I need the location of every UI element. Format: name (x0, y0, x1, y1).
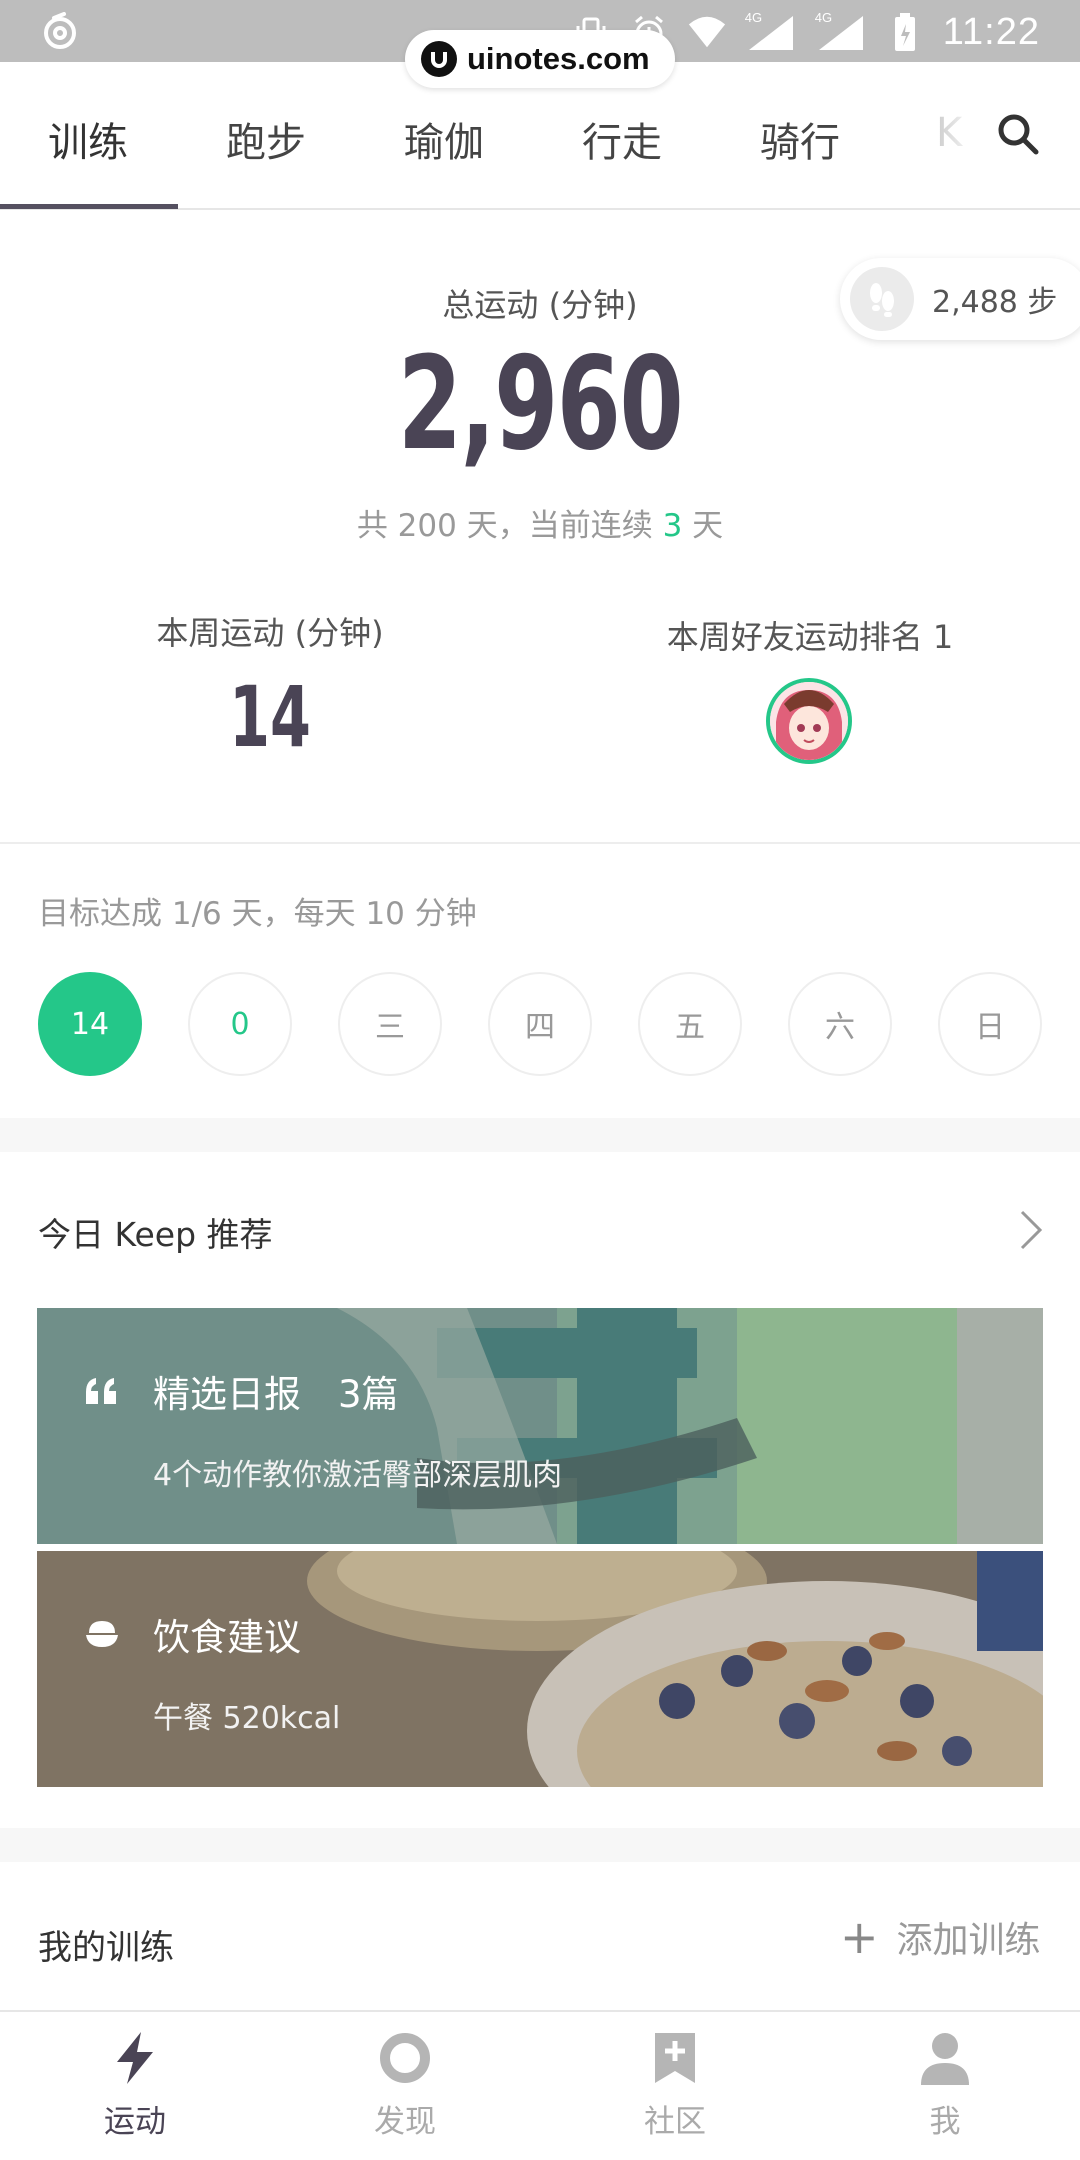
plus-icon: + (840, 1910, 879, 1964)
active-tab-indicator (0, 204, 178, 209)
total-minutes-label: 总运动 (分钟) (442, 286, 638, 324)
section-gap (0, 1828, 1080, 1862)
total-days-suffix: 天 (682, 508, 724, 544)
network-type-2: 4G (814, 10, 833, 25)
add-training-label: 添加训练 (896, 1920, 1041, 1961)
section-gap (0, 1118, 1080, 1152)
uinotes-logo-icon (421, 41, 457, 77)
total-minutes-value[interactable]: 2,960 (151, 330, 929, 479)
nav-me[interactable]: 我 (865, 2030, 1025, 2158)
week-minutes-label: 本周运动 (分钟) (156, 614, 384, 652)
battery-icon (885, 12, 925, 52)
watermark-text: uinotes.com (467, 41, 650, 76)
card-title: 精选日报 3篇 (153, 1373, 399, 1416)
rice-bowl-icon (75, 1607, 129, 1661)
nav-label: 发现 (374, 2104, 436, 2140)
add-training-button[interactable]: + 添加训练 (840, 1910, 1041, 1964)
daily-article-card[interactable]: 精选日报 3篇 4个动作教你激活臀部深层肌肉 (37, 1308, 1043, 1544)
netease-app-icon (40, 12, 80, 52)
nav-discover[interactable]: 发现 (325, 2030, 485, 2158)
watermark-badge: uinotes.com (405, 30, 675, 88)
day-circle-fri[interactable]: 五 (638, 972, 742, 1076)
day-circle-mon[interactable]: 14 (38, 972, 142, 1076)
chevron-right-icon[interactable] (1010, 1206, 1050, 1254)
compass-ring-icon (377, 2030, 433, 2086)
card-subtitle: 午餐 520kcal (153, 1701, 341, 1736)
week-minutes-value[interactable]: 14 (165, 668, 375, 766)
tab-cycling[interactable]: 骑行 (760, 110, 840, 168)
my-training-title: 我的训练 (38, 1928, 174, 1968)
quote-icon (75, 1364, 129, 1418)
signal-icon-2: 4G (814, 10, 867, 52)
friend-avatar[interactable] (766, 678, 852, 764)
day-circle-tue[interactable]: 0 (188, 972, 292, 1076)
total-days-prefix: 共 200 天，当前连续 (356, 508, 663, 544)
recommend-title[interactable]: 今日 Keep 推荐 (38, 1208, 273, 1256)
tab-running[interactable]: 跑步 (226, 110, 306, 168)
bottom-navigation: 运动 发现 社区 我 (0, 2010, 1080, 2160)
card-background-art (37, 1551, 1043, 1787)
card-title: 饮食建议 (153, 1616, 301, 1659)
day-circle-sat[interactable]: 六 (788, 972, 892, 1076)
tab-walking[interactable]: 行走 (582, 110, 662, 168)
nav-label: 我 (929, 2104, 961, 2140)
tab-fade (920, 62, 990, 202)
day-circle-sun[interactable]: 日 (938, 972, 1042, 1076)
diet-suggestion-card[interactable]: 饮食建议 午餐 520kcal (37, 1551, 1043, 1787)
nav-label: 社区 (644, 2104, 706, 2140)
section-divider (0, 842, 1080, 844)
wifi-icon (687, 12, 727, 52)
network-type-1: 4G (744, 10, 763, 25)
total-days-text: 共 200 天，当前连续 3 天 (0, 500, 1080, 545)
nav-sport[interactable]: 运动 (55, 2030, 215, 2158)
lightning-icon (107, 2030, 163, 2086)
bookmark-plus-icon (647, 2030, 703, 2086)
streak-days: 3 (662, 508, 683, 544)
search-icon (998, 114, 1039, 155)
search-button[interactable] (990, 106, 1046, 162)
clock: 11:22 (942, 10, 1040, 53)
nav-label: 运动 (104, 2104, 166, 2140)
nav-community[interactable]: 社区 (595, 2030, 755, 2158)
goal-progress-text: 目标达成 1/6 天，每天 10 分钟 (38, 896, 477, 932)
card-background-art (37, 1308, 1043, 1544)
user-icon (917, 2030, 973, 2086)
tab-yoga[interactable]: 瑜伽 (404, 110, 484, 168)
card-subtitle: 4个动作教你激活臀部深层肌肉 (153, 1458, 563, 1493)
tab-training[interactable]: 训练 (48, 110, 128, 168)
day-circle-thu[interactable]: 四 (488, 972, 592, 1076)
day-circle-wed[interactable]: 三 (338, 972, 442, 1076)
signal-icon-1: 4G (744, 10, 797, 52)
friend-rank-label[interactable]: 本周好友运动排名 1 (640, 612, 980, 658)
